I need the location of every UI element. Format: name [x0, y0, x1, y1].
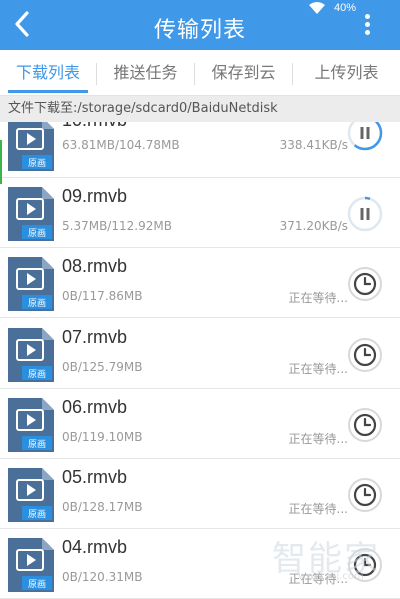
file-name: 09.rmvb [62, 186, 128, 206]
file-size: 0B/120.31MB [62, 570, 143, 584]
file-size: 0B/125.79MB [62, 360, 143, 374]
quality-badge: 原画 [27, 510, 46, 520]
dot-icon [364, 14, 370, 19]
video-file-icon: 原画 [8, 398, 54, 452]
quality-badge: 原画 [27, 299, 46, 309]
file-name: 10.rmvb [62, 122, 127, 131]
download-path: 文件下载至:/storage/sdcard0/BaiduNetdisk [0, 96, 400, 122]
file-name: 06.rmvb [62, 397, 128, 417]
file-size: 0B/117.86MB [62, 289, 143, 303]
waiting-button[interactable] [346, 265, 384, 303]
transfer-status: 正在等待... [288, 291, 348, 305]
quality-badge: 原画 [27, 229, 46, 239]
list-item[interactable]: 原画 06.rmvb 0B/119.10MB 正在等待... [0, 389, 400, 459]
more-menu-button[interactable] [362, 14, 372, 40]
list-item[interactable]: 原画 08.rmvb 0B/117.86MB 正在等待... [0, 248, 400, 318]
quality-badge: 原画 [27, 580, 46, 590]
file-size: 0B/128.17MB [62, 500, 143, 514]
list-item[interactable]: 原画 07.rmvb 0B/125.79MB 正在等待... [0, 319, 400, 389]
tab-upload-list[interactable]: 上传列表 [293, 50, 400, 95]
video-file-icon: 原画 [8, 122, 54, 171]
pause-icon [347, 122, 383, 151]
tab-push-tasks[interactable]: 推送任务 [97, 50, 194, 95]
file-name: 08.rmvb [62, 256, 128, 276]
list-item[interactable]: 原画 05.rmvb 0B/128.17MB 正在等待... [0, 459, 400, 529]
clock-icon [348, 478, 382, 512]
list-item[interactable]: 原画 09.rmvb 5.37MB/112.92MB 371.20KB/s [0, 178, 400, 248]
video-file-icon: 原画 [8, 538, 54, 592]
battery-level: 40% [334, 2, 357, 14]
dot-icon [364, 22, 370, 27]
video-file-icon: 原画 [8, 468, 54, 522]
status-bar: 40% [304, 0, 396, 18]
waiting-button[interactable] [346, 476, 384, 514]
file-size: 63.81MB/104.78MB [62, 138, 180, 152]
tab-save-to-cloud[interactable]: 保存到云 [195, 50, 292, 95]
pause-icon [347, 196, 383, 232]
quality-badge: 原画 [27, 159, 46, 169]
file-size: 0B/119.10MB [62, 430, 143, 444]
pause-button[interactable] [346, 122, 384, 152]
clock-icon [348, 408, 382, 442]
app-header: 传输列表 40% [0, 0, 400, 50]
watermark-url: www.znj.com [298, 571, 364, 582]
clock-icon [348, 267, 382, 301]
tab-download-list[interactable]: 下载列表 [0, 50, 96, 95]
video-file-icon: 原画 [8, 257, 54, 311]
active-item-marker [0, 140, 2, 184]
active-tab-indicator [8, 90, 88, 93]
wifi-icon [309, 2, 325, 14]
transfer-status: 338.41KB/s [279, 138, 348, 152]
download-list: 原画 10.rmvb 63.81MB/104.78MB 338.41KB/s 原画 09.… [0, 122, 400, 599]
file-name: 05.rmvb [62, 467, 128, 487]
video-file-icon: 原画 [8, 187, 54, 241]
pause-button[interactable] [346, 195, 384, 233]
quality-badge: 原画 [27, 440, 46, 450]
transfer-status: 正在等待... [288, 362, 348, 376]
file-size: 5.37MB/112.92MB [62, 219, 172, 233]
waiting-button[interactable] [346, 336, 384, 374]
waiting-button[interactable] [346, 406, 384, 444]
watermark: 智能家 www.znj.com [272, 531, 382, 591]
file-name: 07.rmvb [62, 327, 128, 347]
quality-badge: 原画 [27, 370, 46, 380]
clock-icon [348, 338, 382, 372]
list-item[interactable]: 原画 10.rmvb 63.81MB/104.78MB 338.41KB/s [0, 122, 400, 178]
dot-icon [364, 30, 370, 35]
transfer-status: 正在等待... [288, 432, 348, 446]
transfer-status: 371.20KB/s [279, 219, 348, 233]
transfer-tabs: 下载列表 推送任务 保存到云 上传列表 [0, 50, 400, 96]
transfer-status: 正在等待... [288, 502, 348, 516]
file-name: 04.rmvb [62, 537, 128, 557]
video-file-icon: 原画 [8, 328, 54, 382]
